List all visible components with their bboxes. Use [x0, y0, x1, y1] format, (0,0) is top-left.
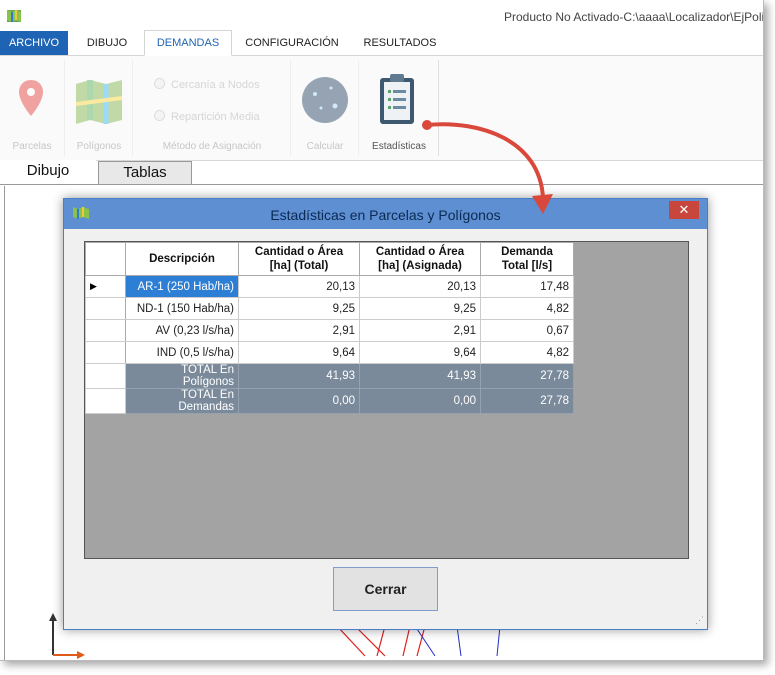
row-header [85, 297, 126, 320]
metodo-group: Cercanía a Nodos Repartición Media Métod… [134, 60, 291, 156]
cell-desc[interactable]: ND-1 (150 Hab/ha) [125, 297, 239, 320]
poligonos-label: Polígonos [76, 141, 122, 152]
statistics-table: Descripción Cantidad o Área [ha] (Total) … [85, 242, 574, 414]
row-header-corner [85, 242, 126, 276]
statistics-grid[interactable]: Descripción Cantidad o Área [ha] (Total) … [84, 241, 689, 559]
document-tabs: Dibujo Tablas [0, 160, 763, 185]
close-icon[interactable]: ✕ [669, 201, 699, 219]
row-header [85, 341, 126, 364]
parcelas-button[interactable]: Parcelas [0, 60, 65, 156]
cell-demanda[interactable]: 17,48 [480, 275, 574, 298]
poligonos-button[interactable]: Polígonos [66, 60, 133, 156]
canvas-line [496, 625, 501, 657]
row-indicator-icon: ▶ [85, 275, 126, 298]
tab-tablas[interactable]: Tablas [98, 161, 192, 184]
col-total[interactable]: Cantidad o Área [ha] (Total) [238, 242, 360, 276]
col-descripcion[interactable]: Descripción [125, 242, 239, 276]
location-pin-icon [19, 80, 43, 116]
row-header [85, 363, 126, 389]
cell-demanda[interactable]: 27,78 [480, 388, 574, 414]
estadisticas-button[interactable]: Estadísticas [360, 60, 439, 156]
resize-grip-icon[interactable]: ⋰ [695, 615, 704, 626]
col-asignada[interactable]: Cantidad o Área [ha] (Asignada) [359, 242, 481, 276]
tab-dibujo[interactable]: DIBUJO [76, 31, 138, 55]
metodo-label: Método de Asignación [162, 141, 262, 152]
map-icon [75, 80, 123, 124]
cell-asignada[interactable]: 20,13 [359, 275, 481, 298]
radio-cercania[interactable]: Cercanía a Nodos [154, 78, 260, 91]
radio-reparticion-label: Repartición Media [171, 111, 260, 123]
cell-demanda[interactable]: 27,78 [480, 363, 574, 389]
cell-asignada[interactable]: 9,25 [359, 297, 481, 320]
table-row-total[interactable]: TOTAL En Polígonos 41,93 41,93 27,78 [85, 363, 574, 389]
radio-dot-icon [154, 78, 165, 89]
cell-demanda[interactable]: 4,82 [480, 341, 574, 364]
cell-asignada[interactable]: 0,00 [359, 388, 481, 414]
table-row-total[interactable]: TOTAL En Demandas 0,00 0,00 27,78 [85, 388, 574, 414]
tab-demandas[interactable]: DEMANDAS [144, 30, 232, 56]
cell-demanda[interactable]: 4,82 [480, 297, 574, 320]
table-row[interactable]: ND-1 (150 Hab/ha) 9,25 9,25 4,82 [85, 297, 574, 320]
cell-total[interactable]: 0,00 [238, 388, 360, 414]
calcular-label: Calcular [306, 141, 344, 152]
dialog-title: Estadísticas en Parcelas y Polígonos [270, 207, 501, 223]
tab-archivo[interactable]: ARCHIVO [0, 31, 68, 55]
cerrar-button[interactable]: Cerrar [333, 567, 438, 611]
title-bar: Producto No Activado-C:\aaaa\Localizador… [0, 0, 763, 32]
col-demanda[interactable]: Demanda Total [l/s] [480, 242, 574, 276]
row-header [85, 319, 126, 342]
ribbon: Parcelas Polígonos Cercanía a Nodos Repa… [0, 56, 763, 161]
cell-total[interactable]: 41,93 [238, 363, 360, 389]
estadisticas-label: Estadísticas [372, 141, 426, 152]
cell-demanda[interactable]: 0,67 [480, 319, 574, 342]
radio-cercania-label: Cercanía a Nodos [171, 79, 260, 91]
window-title: Producto No Activado-C:\aaaa\Localizador… [504, 10, 764, 24]
table-row[interactable]: AV (0,23 l/s/ha) 2,91 2,91 0,67 [85, 319, 574, 342]
table-row[interactable]: IND (0,5 l/s/ha) 9,64 9,64 4,82 [85, 341, 574, 364]
calcular-button[interactable]: Calcular [292, 60, 359, 156]
cell-desc[interactable]: IND (0,5 l/s/ha) [125, 341, 239, 364]
cell-total[interactable]: 9,64 [238, 341, 360, 364]
radio-dot-icon [154, 110, 165, 121]
parcelas-label: Parcelas [12, 141, 52, 152]
dialog-title-bar[interactable]: Estadísticas en Parcelas y Polígonos ✕ [64, 199, 707, 229]
cell-desc[interactable]: TOTAL En Demandas [125, 388, 239, 414]
tab-configuracion[interactable]: CONFIGURACIÓN [240, 31, 344, 55]
map-icon [7, 10, 21, 22]
cell-total[interactable]: 2,91 [238, 319, 360, 342]
cell-asignada[interactable]: 9,64 [359, 341, 481, 364]
cell-asignada[interactable]: 2,91 [359, 319, 481, 342]
cell-desc[interactable]: TOTAL En Polígonos [125, 363, 239, 389]
radio-reparticion[interactable]: Repartición Media [154, 110, 260, 123]
table-row[interactable]: ▶ AR-1 (250 Hab/ha) 20,13 20,13 17,48 [85, 275, 574, 298]
statistics-dialog: Estadísticas en Parcelas y Polígonos ✕ D… [63, 198, 708, 630]
row-header [85, 388, 126, 414]
clipboard-icon [380, 74, 414, 124]
globe-icon [302, 77, 348, 123]
cell-total[interactable]: 9,25 [238, 297, 360, 320]
cell-asignada[interactable]: 41,93 [359, 363, 481, 389]
tab-resultados[interactable]: RESULTADOS [354, 31, 446, 55]
ribbon-tabs: ARCHIVO DIBUJO DEMANDAS CONFIGURACIÓN RE… [0, 30, 763, 56]
cell-desc[interactable]: AV (0,23 l/s/ha) [125, 319, 239, 342]
cell-total[interactable]: 20,13 [238, 275, 360, 298]
tab-dibujo-doc[interactable]: Dibujo [0, 160, 96, 182]
cell-desc[interactable]: AR-1 (250 Hab/ha) [125, 275, 239, 298]
